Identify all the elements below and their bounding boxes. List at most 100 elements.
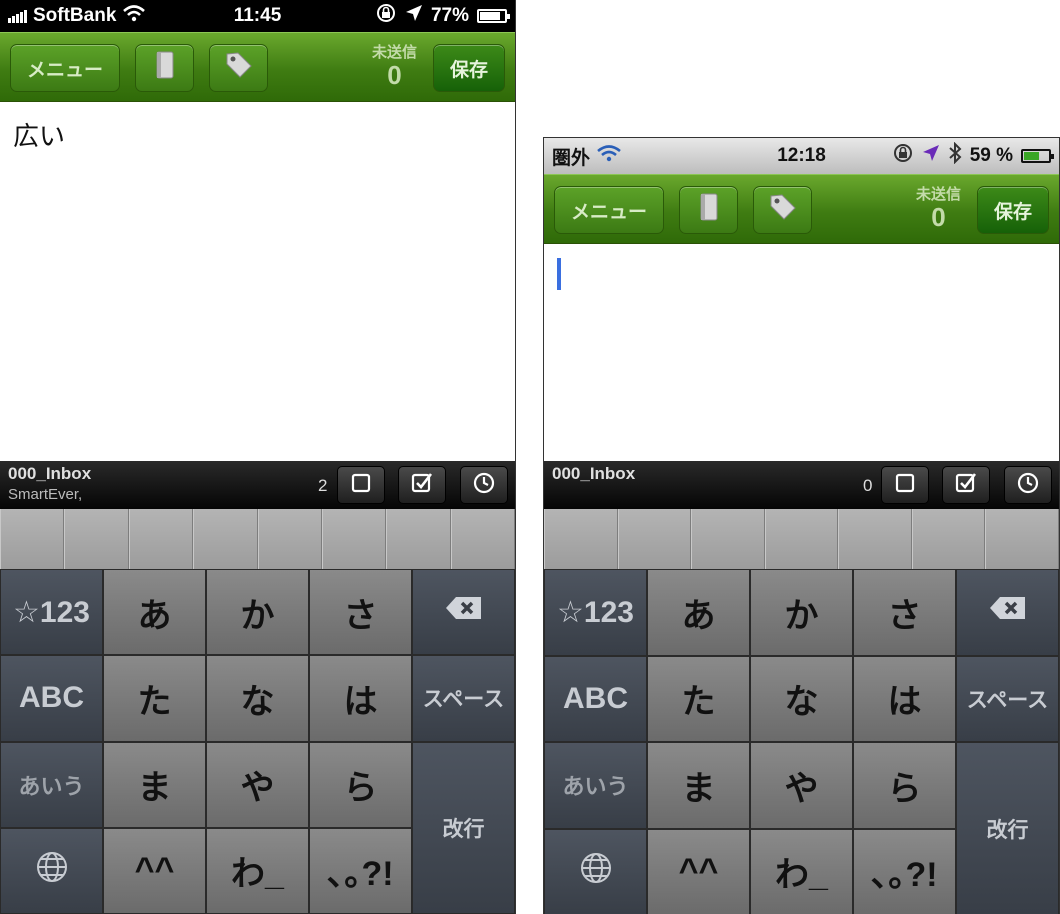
menu-button[interactable]: メニュー — [10, 44, 120, 92]
rotation-lock-icon — [375, 3, 397, 29]
unsent-count: 0 — [931, 202, 946, 232]
battery-icon — [1021, 149, 1054, 163]
unsent-label: 未送信 — [915, 186, 961, 203]
notebook-icon — [154, 50, 176, 86]
key-numbers[interactable]: ☆123 — [544, 569, 647, 656]
key-space[interactable]: スペース — [956, 655, 1059, 742]
square-icon — [894, 472, 916, 499]
rotation-lock-icon — [892, 143, 914, 169]
square-icon — [350, 472, 372, 499]
notebook-button[interactable] — [135, 44, 194, 92]
key-ka[interactable]: か — [750, 569, 853, 656]
timestamp-button[interactable] — [460, 466, 508, 504]
note-editor[interactable] — [544, 244, 1059, 460]
notebook-button[interactable] — [679, 186, 738, 234]
key-enter[interactable]: 改行 — [412, 741, 515, 914]
key-ta[interactable]: た — [647, 655, 750, 742]
backspace-icon — [988, 595, 1028, 629]
key-abc[interactable]: ABC — [544, 655, 647, 742]
timestamp-button[interactable] — [1004, 466, 1052, 504]
key-ka[interactable]: か — [206, 569, 309, 656]
key-ra[interactable]: ら — [853, 742, 956, 829]
key-kana[interactable]: あいう — [544, 742, 647, 829]
kana-keyboard: ☆123 あ か さ ABC た な は スペース あいう ま や ら 改行 ^… — [0, 569, 515, 914]
key-ra[interactable]: ら — [309, 741, 412, 828]
unsent-count: 0 — [387, 60, 402, 90]
checkbox-insert-button[interactable] — [881, 466, 929, 504]
carrier-label: SoftBank — [33, 5, 117, 26]
key-ha[interactable]: は — [853, 655, 956, 742]
key-kana[interactable]: あいう — [0, 741, 103, 828]
key-dakuten[interactable]: ^^ — [647, 828, 750, 914]
key-enter[interactable]: 改行 — [956, 742, 1059, 914]
key-na[interactable]: な — [750, 655, 853, 742]
save-button[interactable]: 保存 — [977, 186, 1049, 234]
tag-list: SmartEver, — [8, 486, 83, 503]
note-text: 広い — [13, 121, 66, 151]
key-punctuation[interactable]: ､｡?! — [853, 828, 956, 914]
unsent-counter: 未送信 0 — [372, 41, 417, 88]
item-count: 0 — [863, 476, 873, 495]
note-editor[interactable]: 広い — [0, 102, 515, 459]
key-wa[interactable]: わ_ — [206, 827, 309, 914]
key-na[interactable]: な — [206, 655, 309, 742]
key-a[interactable]: あ — [647, 569, 750, 656]
key-abc[interactable]: ABC — [0, 655, 103, 742]
text-caret — [557, 258, 561, 290]
checked-insert-button[interactable] — [942, 466, 990, 504]
key-ta[interactable]: た — [103, 655, 206, 742]
checked-box-icon — [954, 471, 978, 500]
globe-icon — [35, 850, 69, 892]
key-sa[interactable]: さ — [309, 569, 412, 656]
battery-percent: 77% — [430, 5, 469, 26]
globe-icon — [579, 851, 613, 893]
clock-icon — [1016, 471, 1040, 500]
key-ha[interactable]: は — [309, 655, 412, 742]
key-ya[interactable]: や — [206, 741, 309, 828]
key-punctuation[interactable]: ､｡?! — [309, 827, 412, 914]
key-numbers[interactable]: ☆123 — [0, 569, 103, 656]
key-ma[interactable]: ま — [103, 741, 206, 828]
backspace-icon — [444, 595, 484, 629]
item-count: 2 — [318, 476, 328, 495]
bluetooth-icon — [948, 141, 962, 170]
tag-button[interactable] — [753, 186, 812, 234]
tag-button[interactable] — [209, 44, 268, 92]
key-dakuten[interactable]: ^^ — [103, 827, 206, 914]
checked-insert-button[interactable] — [398, 466, 446, 504]
key-globe[interactable] — [544, 828, 647, 914]
notebook-icon — [698, 192, 720, 228]
location-icon — [922, 144, 940, 168]
status-bar: 圏外 12:18 59 % — [544, 138, 1059, 174]
checked-box-icon — [410, 471, 434, 500]
wifi-icon — [122, 4, 146, 28]
wifi-icon — [596, 144, 622, 168]
note-info-bar: 000_Inbox SmartEver, 2 — [0, 461, 515, 509]
key-wa[interactable]: わ_ — [750, 828, 853, 914]
notebook-name: 000_Inbox — [552, 464, 636, 483]
checkbox-insert-button[interactable] — [337, 466, 385, 504]
notebook-name: 000_Inbox — [8, 464, 92, 483]
top-toolbar: メニュー 未送信 0 保存 — [0, 32, 515, 102]
kana-keyboard: ☆123 あ か さ ABC た な は スペース あいう ま や ら 改行 ^… — [544, 569, 1059, 914]
key-backspace[interactable] — [956, 569, 1059, 656]
tag-icon — [768, 192, 798, 228]
key-backspace[interactable] — [412, 569, 515, 656]
status-bar: SoftBank 11:45 77% — [0, 0, 515, 32]
menu-button[interactable]: メニュー — [554, 186, 664, 234]
key-ma[interactable]: ま — [647, 742, 750, 829]
phone-screen-right: 圏外 12:18 59 % メニュー 未送信 0 保存 000_Inbox 0 … — [543, 137, 1060, 914]
top-toolbar: メニュー 未送信 0 保存 — [544, 174, 1059, 244]
unsent-counter: 未送信 0 — [916, 183, 961, 230]
key-sa[interactable]: さ — [853, 569, 956, 656]
phone-screen-left: SoftBank 11:45 77% メニュー 未送信 0 保存 広い 000_… — [0, 0, 516, 914]
save-button[interactable]: 保存 — [433, 44, 505, 92]
key-ya[interactable]: や — [750, 742, 853, 829]
key-globe[interactable] — [0, 827, 103, 914]
battery-icon — [477, 9, 510, 23]
key-a[interactable]: あ — [103, 569, 206, 656]
tag-icon — [224, 50, 254, 86]
battery-percent: 59 % — [969, 145, 1013, 166]
signal-icon — [8, 9, 27, 23]
key-space[interactable]: スペース — [412, 655, 515, 742]
